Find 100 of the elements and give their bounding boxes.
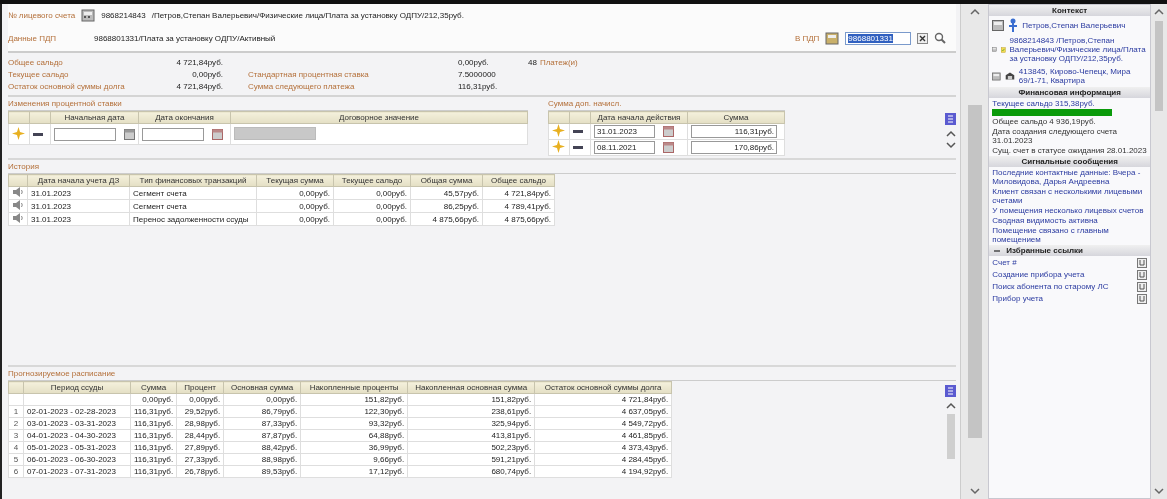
field-value: 7.5000000 (458, 69, 497, 79)
table-cell: 03-01-2023 - 03-31-2023 (27, 419, 116, 428)
scrollbar[interactable] (960, 4, 989, 499)
column-header[interactable]: Общее сальдо (482, 174, 555, 187)
column-header[interactable]: Дата начала действия (590, 111, 688, 124)
row-number: 4 (13, 443, 19, 452)
speaker-icon[interactable] (12, 213, 24, 223)
table-cell: 591,21руб. (491, 455, 532, 464)
favorite-link[interactable]: Прибор учета (992, 294, 1044, 303)
column-header[interactable]: Сумма (130, 381, 177, 394)
alert-message[interactable]: Последние контактные данные: Вчера - Миловидова, Дарья Андреевна (992, 168, 1148, 186)
table-cell: 116,31руб. (134, 443, 174, 452)
calculator-icon[interactable] (81, 8, 96, 22)
column-header[interactable]: Период ссуды (23, 381, 131, 394)
field-value: 4 721,84руб. (175, 81, 223, 91)
column-header[interactable]: Остаток основной суммы долга (534, 381, 672, 394)
table-cell: 28,98руб. (184, 419, 221, 428)
column-header[interactable]: Текущая сумма (256, 174, 334, 187)
table-cell: 4 284,45руб. (621, 455, 669, 464)
calendar-icon[interactable] (663, 126, 674, 137)
column-header[interactable]: Тип финансовых транзакций (129, 174, 257, 187)
table-cell: 122,30руб. (364, 407, 405, 416)
account-description: /Петров,Степан Валерьевич/Физические лица/Плата за установку ОДПУ/212,35руб. (151, 10, 464, 20)
account-number: 9868214843 (101, 10, 146, 20)
list-icon[interactable] (945, 113, 957, 125)
column-header[interactable]: Общая сумма (410, 174, 483, 187)
favorite-link[interactable]: Поиск абонента по старому ЛС (992, 282, 1109, 291)
favorite-link[interactable]: Счет # (992, 258, 1017, 267)
column-header[interactable]: Накопленная основная сумма (407, 381, 535, 394)
table-cell: 27,89руб. (184, 443, 221, 452)
table-cell: 04-01-2023 - 04-30-2023 (27, 431, 116, 440)
table-cell: 36,99руб. (368, 443, 405, 452)
calendar-icon[interactable] (212, 128, 223, 140)
date-input[interactable] (54, 127, 116, 141)
table-cell: 87,33руб. (261, 419, 298, 428)
column-header[interactable]: Сумма (687, 111, 785, 124)
amount-input[interactable]: 116,31руб. (691, 125, 777, 138)
row-number: 3 (13, 431, 19, 440)
table-cell: 325,94руб. (491, 419, 532, 428)
remove-icon[interactable] (573, 130, 583, 134)
value-input[interactable] (234, 126, 316, 140)
field-label: Сумма следующего платежа (248, 81, 355, 91)
remove-icon[interactable] (573, 146, 583, 150)
column-header[interactable]: Дата окончания (138, 111, 231, 124)
date-input[interactable]: 31.01.2023 (594, 125, 655, 138)
clear-icon[interactable] (917, 32, 929, 44)
amount-input[interactable]: 170,86руб. (691, 141, 777, 154)
column-header[interactable]: Договорное значение (230, 111, 528, 124)
calendar-icon[interactable] (124, 128, 135, 140)
list-icon[interactable] (945, 385, 957, 397)
field-label: Текущее сальдо (8, 69, 70, 79)
table-cell: 4 721,84руб. (621, 395, 669, 404)
speaker-icon[interactable] (12, 200, 24, 210)
panel-header: Финансовая информация (989, 87, 1151, 98)
alert-message[interactable]: Помещение связано с главным помещением (992, 226, 1148, 244)
table-cell: 88,42руб. (261, 443, 298, 452)
table-cell: 27,33руб. (184, 455, 221, 464)
table-cell: 116,31руб. (134, 455, 174, 464)
favorite-link[interactable]: Создание прибора учета (992, 270, 1085, 279)
calculator-icon[interactable] (992, 70, 1001, 82)
column-header[interactable]: Дата начала учета ДЗ (27, 174, 130, 187)
speaker-icon[interactable] (12, 187, 24, 197)
column-header[interactable]: Текущее сальдо (333, 174, 411, 187)
context-link[interactable]: 413845, Кирово-Чепецк, Мира 69/1-71, Квартира (1018, 67, 1147, 85)
table-cell: 116,31руб. (134, 419, 174, 428)
balance-link[interactable]: Текущее сальдо 315,38руб. (992, 99, 1148, 108)
column-header[interactable]: Основная сумма (223, 381, 301, 394)
scrollbar-thumb[interactable] (967, 105, 982, 438)
row-number: 6 (13, 467, 19, 476)
scrollbar-thumb[interactable] (1155, 21, 1163, 111)
date-input[interactable] (142, 127, 204, 141)
search-field[interactable]: 9868801331 (845, 31, 912, 45)
table-cell: 9,66руб. (373, 455, 405, 464)
alert-message[interactable]: Клиент связан с несколькими лицевыми счетами (992, 187, 1148, 205)
person-icon (1008, 18, 1019, 32)
context-link[interactable]: 9868214843 /Петров,Степан Валерьевич/Физические лица/Плата за установку ОДПУ/212,35руб. (1009, 36, 1147, 63)
table-cell: 0,00руб. (256, 199, 334, 213)
search-icon[interactable] (934, 32, 947, 44)
table-cell: 680,74руб. (491, 467, 532, 476)
field-value: 0,00руб. (191, 69, 223, 79)
column-header[interactable]: Накопленные проценты (300, 381, 408, 394)
panel-header[interactable]: Избранные ссылки (989, 245, 1151, 256)
scrollbar[interactable] (946, 414, 955, 459)
field-value: 0,00руб. (458, 57, 490, 67)
scrollbar[interactable] (1151, 4, 1167, 499)
alert-message[interactable]: Сводная видимость активна (992, 216, 1148, 225)
table-cell: 0,00руб. (189, 395, 221, 404)
calendar-icon[interactable] (663, 142, 674, 153)
column-header[interactable]: Начальная дата (50, 111, 139, 124)
table-cell: Сегмент счета (129, 199, 257, 213)
calculator-icon[interactable] (992, 19, 1005, 31)
date-input[interactable]: 08.11.2021 (594, 141, 655, 154)
payments-link[interactable]: Платеж(и) (539, 57, 578, 67)
context-link[interactable]: Петров,Степан Валерьевич (1022, 20, 1126, 30)
table-cell: 06-01-2023 - 06-30-2023 (27, 455, 116, 464)
alert-message[interactable]: У помещения несколько лицевых счетов (992, 206, 1148, 215)
calculator-icon[interactable] (825, 31, 840, 45)
column-header[interactable]: Процент (176, 381, 224, 394)
remove-icon[interactable] (33, 132, 43, 137)
field-value: 9868801331/Плата за установку ОДПУ/Активный (94, 33, 276, 43)
